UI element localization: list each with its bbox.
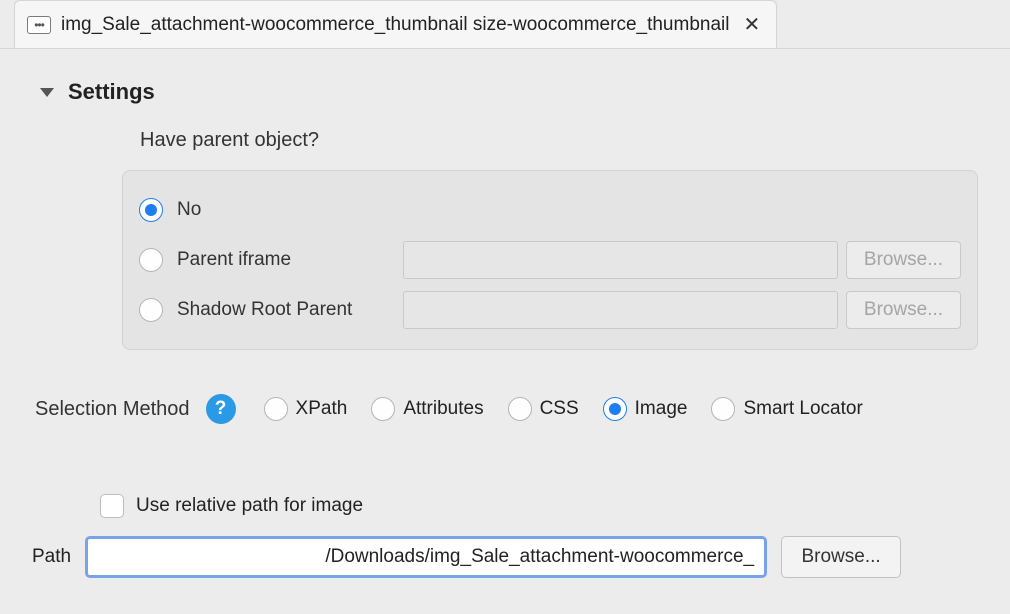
panel-content: Settings Have parent object? No Parent i… (0, 48, 1010, 578)
parent-question-label: Have parent object? (0, 129, 1010, 152)
settings-panel-root: ••• img_Sale_attachment-woocommerce_thum… (0, 0, 1010, 614)
radio-no[interactable] (139, 198, 163, 222)
method-option-smart[interactable]: Smart Locator (711, 397, 862, 421)
method-option-image[interactable]: Image (603, 397, 688, 421)
parent-object-group: No Parent iframe Browse... Shadow Root P… (122, 170, 978, 350)
radio-smart-locator[interactable] (711, 397, 735, 421)
radio-iframe-label: Parent iframe (177, 249, 291, 271)
tab-bar: ••• img_Sale_attachment-woocommerce_thum… (14, 0, 777, 50)
tab-title: img_Sale_attachment-woocommerce_thumbnai… (61, 14, 729, 36)
parent-option-shadow-row: Shadow Root Parent Browse... (139, 285, 961, 335)
path-input[interactable]: /Downloads/img_Sale_attachment-woocommer… (85, 536, 767, 578)
radio-xpath[interactable] (264, 397, 288, 421)
radio-css-label: CSS (540, 398, 579, 420)
parent-option-no-row: No (139, 185, 961, 235)
method-option-xpath[interactable]: XPath (264, 397, 348, 421)
browse-shadow-button[interactable]: Browse... (846, 291, 961, 329)
method-option-attributes[interactable]: Attributes (371, 397, 483, 421)
radio-css[interactable] (508, 397, 532, 421)
close-icon[interactable]: ✕ (739, 13, 764, 37)
radio-shadow-label: Shadow Root Parent (177, 299, 352, 321)
path-label: Path (32, 546, 71, 568)
radio-shadow-root[interactable] (139, 298, 163, 322)
settings-header[interactable]: Settings (0, 59, 1010, 129)
section-title: Settings (68, 79, 155, 105)
relative-path-label: Use relative path for image (136, 495, 363, 517)
radio-no-label: No (177, 199, 201, 221)
caret-down-icon (40, 88, 54, 97)
radio-attributes-label: Attributes (403, 398, 483, 420)
browse-iframe-button[interactable]: Browse... (846, 241, 961, 279)
selection-method-row: Selection Method ? XPath Attributes CSS … (0, 350, 1010, 424)
parent-iframe-input[interactable] (403, 241, 838, 279)
object-icon: ••• (27, 16, 51, 34)
help-icon[interactable]: ? (206, 394, 236, 424)
shadow-root-input[interactable] (403, 291, 838, 329)
browse-path-button[interactable]: Browse... (781, 536, 901, 578)
path-row: Path /Downloads/img_Sale_attachment-wooc… (0, 518, 1010, 578)
parent-option-iframe-row: Parent iframe Browse... (139, 235, 961, 285)
radio-xpath-label: XPath (296, 398, 348, 420)
radio-image[interactable] (603, 397, 627, 421)
radio-parent-iframe[interactable] (139, 248, 163, 272)
radio-attributes[interactable] (371, 397, 395, 421)
radio-image-label: Image (635, 398, 688, 420)
method-option-css[interactable]: CSS (508, 397, 579, 421)
selection-method-label: Selection Method (35, 398, 190, 421)
relative-path-row: Use relative path for image (0, 424, 1010, 518)
relative-path-checkbox[interactable] (100, 494, 124, 518)
tab-item[interactable]: ••• img_Sale_attachment-woocommerce_thum… (14, 0, 777, 48)
radio-smart-label: Smart Locator (743, 398, 862, 420)
